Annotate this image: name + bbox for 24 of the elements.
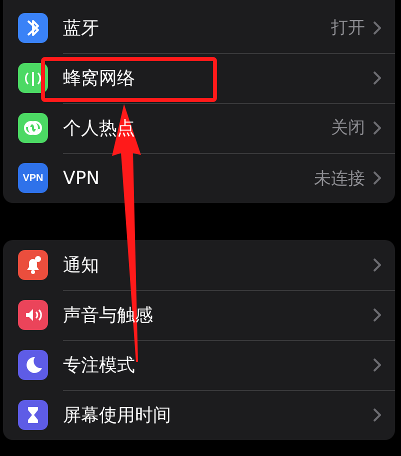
setting-label[interactable]: 屏幕使用时间 <box>63 403 373 427</box>
chevron-icon <box>373 308 381 322</box>
chevron-icon <box>373 20 381 34</box>
sound-icon <box>18 300 48 330</box>
chevron-icon <box>373 171 381 185</box>
chevron-icon <box>373 70 381 84</box>
bluetooth-icon <box>18 13 48 43</box>
setting-label[interactable]: 蓝牙 <box>63 16 331 40</box>
hotspot-icon <box>18 113 48 143</box>
chevron-icon <box>373 408 381 422</box>
chevron-icon <box>373 258 381 272</box>
notifications-icon <box>18 250 48 280</box>
setting-label[interactable]: 蜂窝网络 <box>63 66 373 90</box>
screen-time-icon <box>18 400 48 430</box>
vpn-icon: VPN <box>18 163 48 193</box>
setting-value: 关闭 <box>331 117 365 139</box>
setting-label[interactable]: VPN <box>63 168 314 188</box>
setting-label[interactable]: 通知 <box>63 252 373 276</box>
focus-icon <box>18 350 48 380</box>
chevron-icon <box>373 120 381 134</box>
setting-value: 打开 <box>331 17 365 39</box>
setting-value: 未连接 <box>314 168 365 190</box>
chevron-icon <box>373 358 381 372</box>
setting-label[interactable]: 专注模式 <box>63 352 373 376</box>
